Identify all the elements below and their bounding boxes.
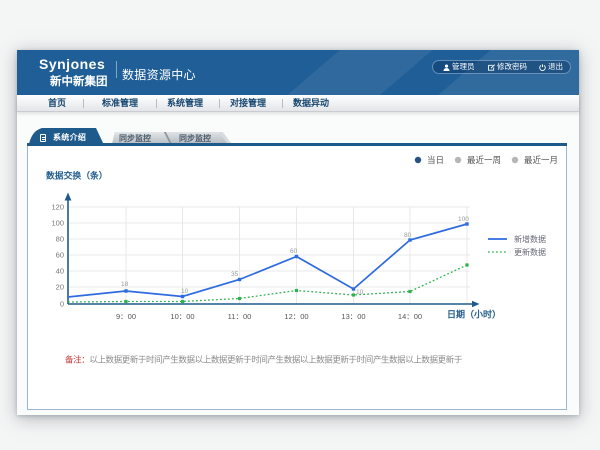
svg-text:10：00: 10：00 xyxy=(170,312,194,321)
svg-text:日期（小时）: 日期（小时） xyxy=(447,309,501,320)
svg-text:11：00: 11：00 xyxy=(228,312,252,321)
svg-text:9：00: 9：00 xyxy=(116,312,136,321)
svg-text:数据交换（条）: 数据交换（条） xyxy=(45,170,108,181)
svg-text:10: 10 xyxy=(356,289,364,296)
svg-text:60: 60 xyxy=(56,251,64,260)
svg-text:最近一周: 最近一周 xyxy=(467,155,501,165)
svg-text:14：00: 14：00 xyxy=(398,312,422,321)
svg-text:新增数据: 新增数据 xyxy=(514,234,546,244)
svg-text:40: 40 xyxy=(56,267,64,276)
svg-text:12：00: 12：00 xyxy=(284,312,308,321)
svg-text:更新数据: 更新数据 xyxy=(514,247,546,257)
svg-text:18: 18 xyxy=(121,281,129,288)
svg-text:35: 35 xyxy=(231,271,239,278)
svg-text:0: 0 xyxy=(60,300,64,309)
svg-text:60: 60 xyxy=(290,248,298,255)
svg-text:备注：以上数据更新于时间产生数据以上数据更新于时间产生数据以: 备注：以上数据更新于时间产生数据以上数据更新于时间产生数据以上数据更新于时间产生… xyxy=(65,355,463,365)
svg-text:13：00: 13：00 xyxy=(341,312,365,321)
svg-text:80: 80 xyxy=(56,235,64,244)
svg-text:10: 10 xyxy=(181,288,189,295)
svg-text:80: 80 xyxy=(404,232,412,239)
svg-text:100: 100 xyxy=(51,219,64,228)
svg-text:120: 120 xyxy=(51,203,64,212)
svg-text:当日: 当日 xyxy=(427,155,444,165)
svg-text:20: 20 xyxy=(56,283,64,292)
svg-text:最近一月: 最近一月 xyxy=(524,155,558,165)
svg-text:100: 100 xyxy=(458,216,469,223)
